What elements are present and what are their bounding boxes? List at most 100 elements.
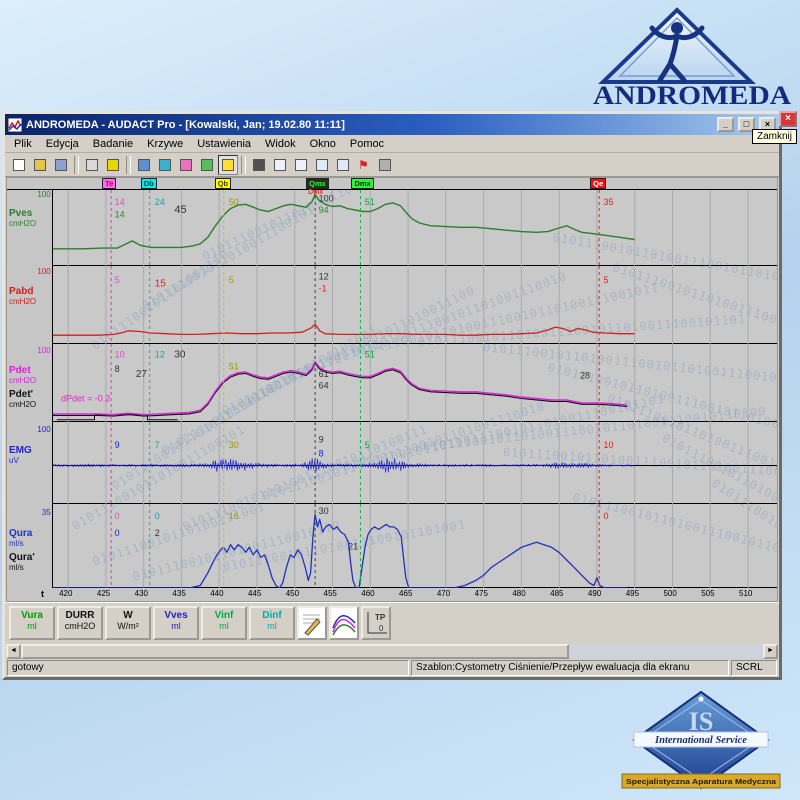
chart-panel-pdet[interactable]: 1081227305161645128dPdet = -0.2 (53, 344, 777, 422)
menu-pomoc[interactable]: Pomoc (343, 136, 391, 152)
svg-text:30: 30 (174, 349, 186, 360)
x-axis-tick: 460 (361, 589, 374, 598)
zoom-button[interactable] (270, 155, 290, 175)
grid-button[interactable] (375, 155, 395, 175)
titlebar[interactable]: ANDROMEDA - AUDACT Pro - [Kowalski, Jan;… (5, 114, 779, 135)
key-button[interactable] (103, 155, 123, 175)
svg-text:8: 8 (318, 448, 323, 458)
curves-pink-button[interactable] (176, 155, 196, 175)
chart-curves-icon (316, 159, 328, 171)
meas-label: Vura (11, 610, 53, 621)
save-button[interactable] (51, 155, 71, 175)
chart-overlay-button[interactable] (333, 155, 353, 175)
chart-panel-pves[interactable]: 1414244550100945135 (53, 190, 777, 266)
meas-vinf[interactable]: Vinfml (201, 606, 247, 640)
scroll-left-button[interactable]: ◄ (6, 644, 21, 659)
meas-w[interactable]: WW/m² (105, 606, 151, 640)
app-icon (8, 118, 22, 132)
svg-text:14: 14 (114, 197, 124, 207)
channel-label-qura: 35Quraml/sQura'ml/s (7, 508, 52, 592)
x-axis-tick: 490 (588, 589, 601, 598)
flag-button[interactable]: ⚑ (354, 155, 374, 175)
app-window: ANDROMEDA - AUDACT Pro - [Kowalski, Jan;… (2, 111, 782, 680)
channel-label-pves: 100PvescmH2O (7, 190, 52, 266)
event-marker-qmx[interactable]: QmxDmx (306, 178, 329, 189)
meas-durr[interactable]: DURRcmH2O (57, 606, 103, 640)
new-button[interactable] (9, 155, 29, 175)
x-axis-tick: 445 (248, 589, 261, 598)
menu-ustawienia[interactable]: Ustawienia (190, 136, 258, 152)
event-marker-qb[interactable]: Qb (215, 178, 231, 189)
chart-panel-emg[interactable]: 973098510 (53, 422, 777, 504)
meas-label: Vves (155, 610, 197, 621)
open-icon (34, 159, 46, 171)
save-icon (55, 159, 67, 171)
tp-box[interactable]: TP 0 (361, 606, 391, 640)
event-marker-row: Te Db Qb QmxDmx Dmx Qe (7, 178, 777, 189)
toolbar: ⚑ (5, 153, 779, 177)
menu-okno[interactable]: Okno (303, 136, 343, 152)
curves-box[interactable] (329, 606, 359, 640)
print-icon (86, 159, 98, 171)
scroll-right-button[interactable]: ► (763, 644, 778, 659)
x-axis-tick: 475 (475, 589, 488, 598)
meas-vves[interactable]: Vvesml (153, 606, 199, 640)
svg-text:TP: TP (375, 613, 386, 622)
zoom-plus-button[interactable] (291, 155, 311, 175)
svg-text:30: 30 (229, 440, 239, 450)
event-marker-te[interactable]: Te (102, 178, 116, 189)
minimize-button[interactable]: _ (717, 117, 734, 132)
window-cascade-icon (138, 159, 150, 171)
chart-panel-qura[interactable]: 00021630210 (53, 504, 777, 588)
remote-close-button[interactable]: × (779, 111, 797, 127)
menu-widok[interactable]: Widok (258, 136, 303, 152)
event-marker-db[interactable]: Db (141, 178, 157, 189)
notes-box[interactable] (297, 606, 327, 640)
svg-text:8: 8 (114, 364, 119, 374)
meas-dinf[interactable]: Dinfml (249, 606, 295, 640)
horizontal-scrollbar[interactable]: ◄ ► (6, 644, 778, 659)
open-button[interactable] (30, 155, 50, 175)
toolbar-separator (74, 156, 79, 174)
x-axis-tick: 470 (437, 589, 450, 598)
window-tile-button[interactable] (155, 155, 175, 175)
lightbulb-button[interactable] (218, 155, 238, 175)
svg-text:10: 10 (603, 440, 613, 450)
window-cascade-button[interactable] (134, 155, 154, 175)
measurement-panel: VuramlDURRcmH2OWW/m²VvesmlVinfmlDinfml T… (5, 602, 779, 644)
svg-text:21: 21 (348, 541, 358, 551)
menu-badanie[interactable]: Badanie (86, 136, 140, 152)
svg-text:51: 51 (229, 362, 239, 372)
meas-label: Dinf (251, 610, 293, 621)
key-icon (107, 159, 119, 171)
chart-panel-pabd[interactable]: 515512-15 (53, 266, 777, 344)
event-marker-dmx[interactable]: Dmx (351, 178, 373, 189)
window-title: ANDROMEDA - AUDACT Pro - [Kowalski, Jan;… (26, 119, 713, 131)
menu-edycja[interactable]: Edycja (39, 136, 86, 152)
zoom-icon (274, 159, 286, 171)
run-button[interactable] (249, 155, 269, 175)
zoom-plus-icon (295, 159, 307, 171)
scrollbar-track[interactable] (569, 644, 763, 659)
svg-text:10: 10 (114, 349, 124, 359)
menu-plik[interactable]: Plik (7, 136, 39, 152)
menu-krzywe[interactable]: Krzywe (140, 136, 190, 152)
svg-text:28: 28 (580, 370, 590, 380)
svg-text:12: 12 (318, 271, 328, 281)
svg-text:51: 51 (364, 349, 374, 359)
x-axis-tick: 440 (210, 589, 223, 598)
measurement-boxes: VuramlDURRcmH2OWW/m²VvesmlVinfmlDinfml (9, 606, 295, 640)
svg-text:94: 94 (318, 205, 328, 215)
meas-vura[interactable]: Vuraml (9, 606, 55, 640)
channel-label-pabd: 100PabdcmH2O (7, 267, 52, 345)
print-button[interactable] (82, 155, 102, 175)
tp-icon: TP 0 (363, 608, 389, 638)
chart-curves-button[interactable] (312, 155, 332, 175)
x-axis-tick: 480 (512, 589, 525, 598)
curves-green-button[interactable] (197, 155, 217, 175)
run-icon (253, 159, 265, 171)
close-tooltip: Zamknij (752, 129, 797, 144)
meas-unit: cmH2O (59, 621, 101, 631)
scrollbar-thumb[interactable] (21, 644, 569, 659)
event-marker-qe[interactable]: Qe (590, 178, 606, 189)
